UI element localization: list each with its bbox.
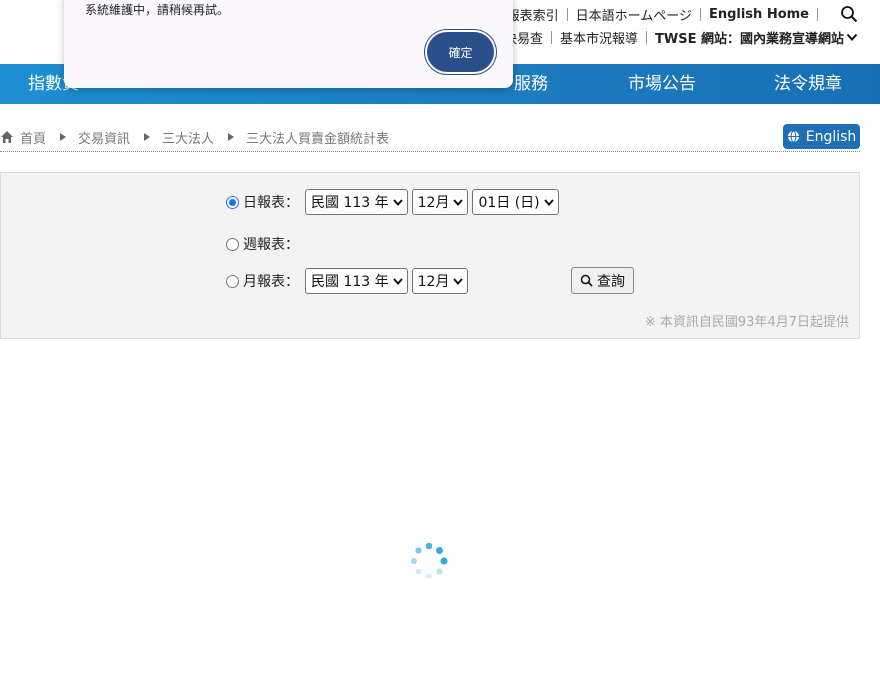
breadcrumb-institutional[interactable]: 三大法人	[162, 128, 214, 147]
daily-month-value: 12月	[417, 195, 450, 211]
weekly-report-label: 週報表：	[243, 237, 299, 253]
weekly-report-row: 週報表：	[226, 234, 305, 254]
top-link-report-index[interactable]: 報表索引	[507, 5, 559, 24]
divider	[566, 7, 568, 21]
weekly-report-radio[interactable]	[226, 237, 239, 251]
daily-year-value: 民國 113 年	[311, 195, 389, 211]
divider	[817, 7, 818, 21]
breadcrumb: 首頁 交易資訊 三大法人 三大法人買賣金額統計表	[0, 127, 389, 147]
chevron-down-icon	[453, 199, 464, 207]
daily-day-value: 01日 (日)	[478, 195, 540, 211]
daily-report-row: 日報表： 民國 113 年 12月 01日 (日)	[226, 189, 563, 215]
top-link-japanese[interactable]: 日本語ホームページ	[576, 5, 692, 24]
confirm-button[interactable]: 確定	[427, 32, 494, 72]
monthly-report-row: 月報表： 民國 113 年 12月	[226, 268, 472, 294]
english-language-button[interactable]: English	[783, 124, 860, 149]
confirm-button-label: 確定	[448, 45, 473, 60]
search-icon	[580, 274, 593, 287]
nav-item-market-announcements[interactable]: 市場公告	[628, 64, 696, 104]
english-button-label: English	[805, 128, 857, 145]
breadcrumb-trading-info[interactable]: 交易資訊	[78, 128, 130, 147]
nav-item-regulations[interactable]: 法令規章	[774, 64, 842, 104]
top-links-row-1: 區 報表索引 日本語ホームページ English Home	[477, 4, 826, 24]
monthly-month-value: 12月	[417, 274, 450, 290]
daily-month-select[interactable]: 12月	[411, 189, 469, 215]
maintenance-dialog: 系統維護中，請稍候再試。 確定	[64, 0, 513, 88]
data-availability-note: ※ 本資訊自民國93年4月7日起提供	[644, 315, 849, 330]
monthly-month-select[interactable]: 12月	[411, 268, 469, 294]
divider	[699, 7, 701, 21]
top-links-row-2: 快易查 基本市況報導 TWSE 網站：國內業務宣導網站	[504, 27, 858, 47]
monthly-report-label: 月報表：	[243, 274, 299, 290]
home-icon	[1, 131, 13, 143]
breadcrumb-home[interactable]: 首頁	[20, 128, 46, 147]
divider	[551, 30, 552, 44]
breadcrumb-divider	[0, 151, 860, 152]
top-link-twse-site[interactable]: TWSE 網站：國內業務宣導網站	[655, 28, 844, 47]
daily-year-select[interactable]: 民國 113 年	[305, 189, 408, 215]
breadcrumb-current-page: 三大法人買賣金額統計表	[246, 131, 390, 147]
chevron-down-icon[interactable]	[846, 31, 858, 43]
daily-day-select[interactable]: 01日 (日)	[472, 189, 559, 215]
globe-icon	[787, 130, 799, 143]
monthly-year-select[interactable]: 民國 113 年	[305, 268, 408, 294]
monthly-report-radio[interactable]	[226, 274, 239, 288]
dialog-message: 系統維護中，請稍候再試。	[85, 3, 230, 17]
top-link-english-home[interactable]: English Home	[709, 7, 809, 22]
chevron-down-icon	[392, 199, 403, 207]
daily-report-radio[interactable]	[226, 195, 239, 209]
breadcrumb-arrow-icon	[60, 133, 67, 141]
breadcrumb-arrow-icon	[144, 133, 151, 141]
top-link-market-report[interactable]: 基本市況報導	[560, 28, 638, 47]
chevron-down-icon	[392, 278, 403, 286]
query-button-label: 查詢	[597, 273, 625, 290]
chevron-down-icon	[543, 199, 554, 207]
query-button[interactable]: 查詢	[571, 267, 634, 294]
monthly-year-value: 民國 113 年	[311, 274, 389, 290]
divider	[646, 30, 648, 44]
chevron-down-icon	[453, 278, 464, 286]
search-icon[interactable]	[840, 5, 858, 23]
nav-item-services[interactable]: 服務	[514, 64, 548, 104]
daily-report-label: 日報表：	[243, 195, 299, 211]
breadcrumb-arrow-icon	[228, 133, 235, 141]
spinner-icon	[411, 542, 448, 579]
